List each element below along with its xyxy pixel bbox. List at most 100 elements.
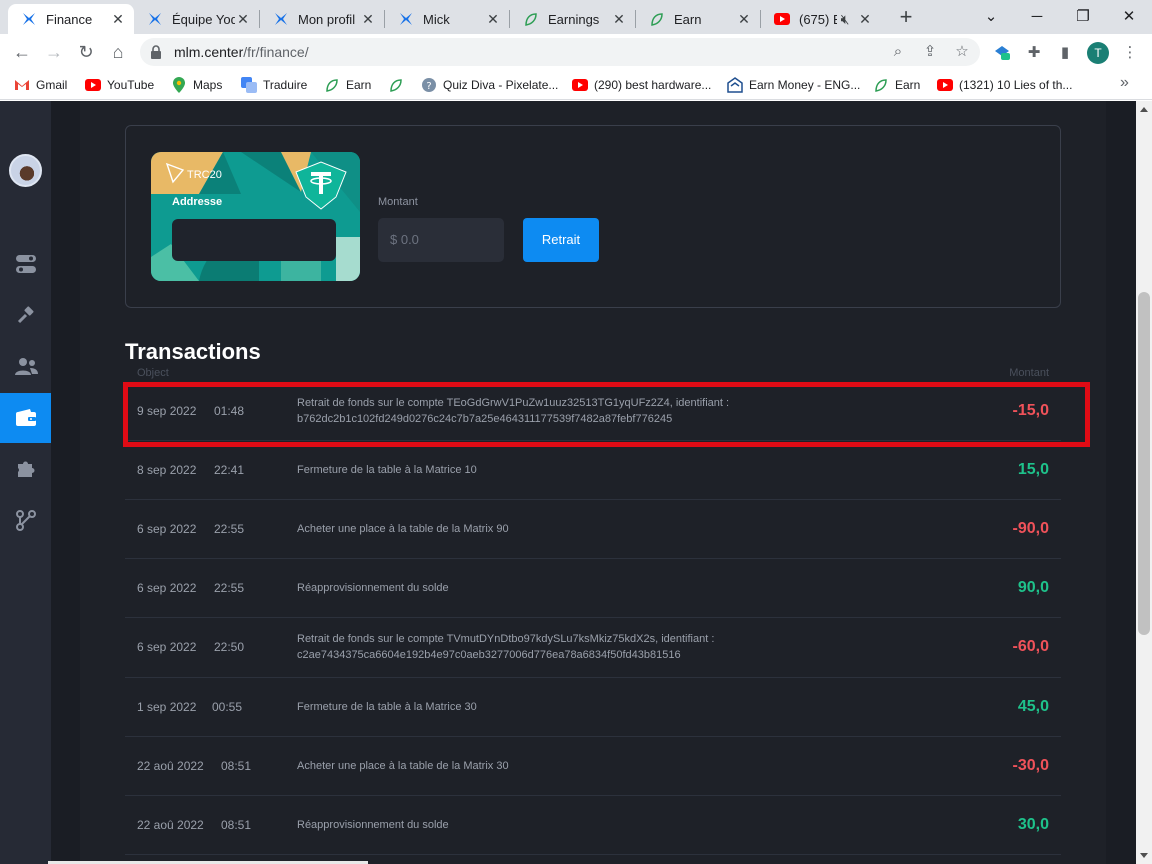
- close-icon[interactable]: ✕: [485, 11, 501, 27]
- sidebar-item-tools[interactable]: [0, 290, 51, 340]
- close-icon[interactable]: ✕: [736, 11, 752, 27]
- mlm-logo-icon: [146, 10, 164, 28]
- tx-amount: 30,0: [1017, 816, 1049, 833]
- sidebar-item-extensions[interactable]: [0, 444, 51, 494]
- scroll-thumb[interactable]: [1138, 292, 1150, 635]
- scroll-up-arrow-icon[interactable]: [1140, 107, 1148, 112]
- table-row[interactable]: 6 sep 2022 22:55 Réapprovisionnement du …: [125, 559, 1061, 618]
- main-content: TRC20 Addresse Montant $ 0.0 Retrait Tra…: [80, 101, 1106, 864]
- sidebar-item-structure[interactable]: [0, 495, 51, 545]
- bookmarks-more-icon[interactable]: »: [1120, 74, 1129, 92]
- tab-search-icon[interactable]: ⌄: [968, 4, 1014, 30]
- close-icon[interactable]: ✕: [857, 11, 873, 27]
- profile-avatar[interactable]: T: [1087, 42, 1109, 64]
- bookmark-maps[interactable]: Maps: [171, 76, 222, 94]
- tx-date: 22 aoû 2022: [137, 759, 204, 773]
- minimize-icon[interactable]: ─: [1014, 4, 1060, 30]
- address-input[interactable]: [172, 219, 336, 261]
- tx-description: Réapprovisionnement du solde: [297, 819, 449, 831]
- tx-date: 1 sep 2022: [137, 700, 197, 714]
- tab-title: Earn: [674, 11, 702, 27]
- table-row[interactable]: 6 sep 2022 22:50 Retrait de fonds sur le…: [125, 618, 1061, 678]
- bookmark-quiz-diva[interactable]: ? Quiz Diva - Pixelate...: [421, 76, 558, 94]
- address-label: Addresse: [172, 196, 223, 208]
- bookmark-gmail[interactable]: Gmail: [14, 76, 67, 94]
- tx-date: 6 sep 2022: [137, 522, 197, 536]
- bookmark-best-hardware[interactable]: (290) best hardware...: [572, 76, 711, 94]
- bookmark-star-icon[interactable]: ☆: [952, 42, 972, 62]
- extension-shield-icon[interactable]: [992, 43, 1012, 63]
- tab-strip: Finance ✕ Équipe Yod ✕ Mon profil ✕ Mick…: [0, 0, 1152, 34]
- tx-time: 00:55: [212, 700, 243, 714]
- forward-icon[interactable]: →: [42, 40, 66, 64]
- maps-pin-icon: [171, 77, 187, 93]
- browser-toolbar: ← → ↻ ⌂ mlm.center/fr/finance/ ⌕ ⇪ ☆ ✚ ▮…: [0, 34, 1152, 70]
- close-icon[interactable]: ✕: [611, 11, 627, 27]
- tx-date: 6 sep 2022: [137, 581, 197, 595]
- mute-icon[interactable]: 🔇︎: [837, 11, 853, 27]
- tx-description: Fermeture de la table à la Matrice 30: [297, 701, 477, 713]
- tx-description: Retrait de fonds sur le compte TVmutDYnD…: [297, 633, 715, 661]
- network-nodes-icon: [15, 510, 36, 531]
- tx-time: 22:55: [214, 581, 245, 595]
- withdraw-button[interactable]: Retrait: [523, 218, 599, 262]
- back-icon[interactable]: ←: [10, 40, 34, 64]
- bookmark-label: Maps: [193, 78, 223, 92]
- earn-leaf-icon: [873, 77, 889, 93]
- bookmark-label: Gmail: [36, 78, 68, 92]
- close-icon[interactable]: ✕: [235, 11, 251, 27]
- scroll-down-arrow-icon[interactable]: [1140, 853, 1148, 858]
- tx-description: Acheter une place à la table de la Matri…: [297, 760, 509, 772]
- sidebar-item-finance[interactable]: [0, 393, 51, 443]
- amount-label: Montant: [378, 196, 418, 208]
- table-row[interactable]: 6 sep 2022 22:55 Acheter une place à la …: [125, 500, 1061, 559]
- menu-kebab-icon[interactable]: ⋮: [1120, 43, 1140, 63]
- tab-mon-profil[interactable]: Mon profil ✕: [260, 4, 384, 34]
- side-panel-icon[interactable]: ▮: [1055, 43, 1075, 63]
- bookmark-youtube[interactable]: YouTube: [85, 76, 154, 94]
- tab-earnings[interactable]: Earnings ✕: [510, 4, 635, 34]
- table-row[interactable]: 22 aoû 2022 08:51 Réapprovisionnement du…: [125, 796, 1061, 855]
- tx-amount: 45,0: [1017, 698, 1049, 715]
- users-icon: [14, 358, 38, 375]
- bookmark-label: Earn: [895, 78, 921, 92]
- close-icon[interactable]: ✕: [360, 11, 376, 27]
- tab-youtube[interactable]: (675) B 🔇︎ ✕: [761, 4, 881, 34]
- table-row[interactable]: 1 sep 2022 00:55 Fermeture de la table à…: [125, 678, 1061, 737]
- bookmark-10-lies[interactable]: (1321) 10 Lies of th...: [937, 76, 1072, 94]
- address-bar[interactable]: mlm.center/fr/finance/ ⌕ ⇪ ☆: [140, 38, 980, 66]
- extensions-puzzle-icon[interactable]: ✚: [1024, 43, 1044, 63]
- bookmarks-bar: Gmail YouTube Maps Traduire Earn ? Quiz …: [0, 70, 1152, 100]
- zoom-icon[interactable]: ⌕: [888, 42, 908, 62]
- home-icon[interactable]: ⌂: [106, 40, 130, 64]
- share-icon[interactable]: ⇪: [920, 42, 940, 62]
- close-window-icon[interactable]: ✕: [1106, 4, 1152, 30]
- reload-icon[interactable]: ↻: [74, 40, 98, 64]
- puzzle-icon: [17, 461, 34, 477]
- restore-icon[interactable]: ❐: [1060, 4, 1106, 30]
- bookmark-earn-2[interactable]: Earn: [873, 76, 920, 94]
- bookmark-traduire[interactable]: Traduire: [241, 76, 307, 94]
- tx-amount: -60,0: [1012, 638, 1049, 655]
- amount-input[interactable]: $ 0.0: [378, 218, 504, 262]
- tab-earn[interactable]: Earn ✕: [636, 4, 760, 34]
- bookmark-earn[interactable]: Earn: [324, 76, 371, 94]
- svg-text:?: ?: [426, 81, 431, 92]
- sidebar-item-dashboard[interactable]: [0, 239, 51, 289]
- transactions-header: Object Montant: [137, 367, 1049, 379]
- tab-mick[interactable]: Mick ✕: [385, 4, 509, 34]
- tx-time: 08:51: [221, 759, 252, 773]
- bookmark-earn-icon-only[interactable]: [388, 76, 410, 94]
- translate-icon: [241, 77, 257, 93]
- table-row[interactable]: 8 sep 2022 22:41 Fermeture de la table à…: [125, 441, 1061, 500]
- user-avatar[interactable]: [9, 154, 42, 187]
- sidebar-item-team[interactable]: [0, 341, 51, 391]
- page-scrollbar[interactable]: [1136, 101, 1152, 864]
- bookmark-earn-money[interactable]: Earn Money - ENG...: [727, 76, 860, 94]
- new-tab-button[interactable]: +: [894, 6, 918, 30]
- table-row[interactable]: 22 aoû 2022 08:51 Acheter une place à la…: [125, 737, 1061, 796]
- highlight-box: [123, 382, 1090, 447]
- tab-finance[interactable]: Finance ✕: [8, 4, 134, 34]
- close-icon[interactable]: ✕: [110, 11, 126, 27]
- tab-equipe[interactable]: Équipe Yod ✕: [134, 4, 259, 34]
